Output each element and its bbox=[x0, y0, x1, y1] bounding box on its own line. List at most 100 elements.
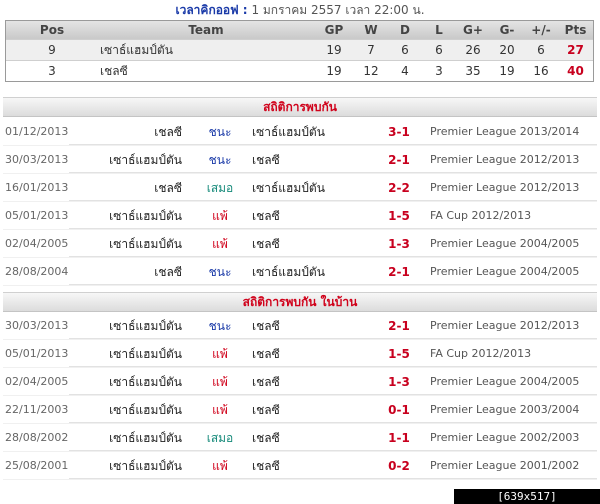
match-date: 05/01/2013 bbox=[5, 347, 69, 360]
match-score: 3-1 bbox=[388, 125, 410, 139]
match-away-team[interactable]: เซาธ์แฮมป์ตัน bbox=[252, 258, 325, 286]
row-gp: 19 bbox=[326, 43, 342, 57]
header-l: L bbox=[435, 23, 443, 37]
match-home-team[interactable]: เชลซี bbox=[154, 258, 182, 286]
match-home-team[interactable]: เซาธ์แฮมป์ตัน bbox=[109, 312, 182, 340]
match-row: 02/04/2005 เซาธ์แฮมป์ตัน แพ้ เชลซี 1-3 P… bbox=[3, 230, 597, 258]
match-result: แพ้ bbox=[212, 347, 228, 361]
match-away-team[interactable]: เชลซี bbox=[252, 424, 280, 452]
match-score: 0-2 bbox=[388, 459, 410, 473]
header-team: Team bbox=[188, 23, 224, 37]
match-away-team[interactable]: เชลซี bbox=[252, 146, 280, 174]
row-diff: 16 bbox=[533, 64, 549, 78]
match-row: 05/01/2013 เซาธ์แฮมป์ตัน แพ้ เชลซี 1-5 F… bbox=[3, 202, 597, 230]
match-row: 28/08/2002 เซาธ์แฮมป์ตัน เสมอ เชลซี 1-1 … bbox=[3, 424, 597, 452]
match-home-team[interactable]: เชลซี bbox=[154, 174, 182, 202]
header-gf: G+ bbox=[463, 23, 483, 37]
h2h-section-title: สถิติการพบกัน bbox=[3, 97, 597, 117]
match-date: 28/08/2004 bbox=[5, 265, 69, 278]
header-pts: Pts bbox=[564, 23, 587, 37]
row-diff: 6 bbox=[537, 43, 545, 57]
match-result: แพ้ bbox=[212, 209, 228, 223]
row-divider bbox=[69, 284, 597, 285]
header-ga: G- bbox=[499, 23, 515, 37]
match-away-team[interactable]: เซาธ์แฮมป์ตัน bbox=[252, 118, 325, 146]
match-away-team[interactable]: เชลซี bbox=[252, 396, 280, 424]
match-home-team[interactable]: เซาธ์แฮมป์ตัน bbox=[109, 202, 182, 230]
match-row: 05/01/2013 เซาธ์แฮมป์ตัน แพ้ เชลซี 1-5 F… bbox=[3, 340, 597, 368]
match-result: ชนะ bbox=[208, 319, 232, 333]
row-pos: 9 bbox=[48, 43, 56, 57]
match-competition: Premier League 2003/2004 bbox=[430, 403, 580, 416]
header-d: D bbox=[400, 23, 410, 37]
match-home-team[interactable]: เชลซี bbox=[154, 118, 182, 146]
match-home-team[interactable]: เซาธ์แฮมป์ตัน bbox=[109, 368, 182, 396]
match-result: แพ้ bbox=[212, 375, 228, 389]
match-date: 01/12/2013 bbox=[5, 125, 69, 138]
row-l: 3 bbox=[435, 64, 443, 78]
kickoff-value: 1 มกราคม 2557 เวลา 22:00 น. bbox=[251, 3, 425, 17]
match-competition: Premier League 2012/2013 bbox=[430, 319, 580, 332]
row-divider bbox=[69, 366, 597, 367]
match-competition: Premier League 2012/2013 bbox=[430, 181, 580, 194]
upic-watermark: [639x517] http://upic.me/ bbox=[454, 489, 600, 504]
row-team[interactable]: เชลซี bbox=[100, 61, 314, 81]
match-competition: FA Cup 2012/2013 bbox=[430, 347, 532, 360]
row-pts: 40 bbox=[567, 64, 584, 78]
match-result: เสมอ bbox=[206, 431, 234, 445]
match-date: 16/01/2013 bbox=[5, 181, 69, 194]
match-away-team[interactable]: เชลซี bbox=[252, 202, 280, 230]
h2h-home-section-title: สถิติการพบกัน ในบ้าน bbox=[3, 292, 597, 312]
row-divider bbox=[69, 228, 597, 229]
match-home-team[interactable]: เซาธ์แฮมป์ตัน bbox=[109, 424, 182, 452]
match-result: ชนะ bbox=[208, 125, 232, 139]
row-divider bbox=[69, 478, 597, 479]
match-score: 1-5 bbox=[388, 209, 410, 223]
row-w: 7 bbox=[367, 43, 375, 57]
row-gf: 26 bbox=[465, 43, 481, 57]
match-result: ชนะ bbox=[208, 153, 232, 167]
standings-row: 3 เชลซี 19 12 4 3 35 19 16 40 bbox=[6, 60, 593, 81]
match-away-team[interactable]: เชลซี bbox=[252, 368, 280, 396]
match-row: 02/04/2005 เซาธ์แฮมป์ตัน แพ้ เชลซี 1-3 P… bbox=[3, 368, 597, 396]
row-divider bbox=[69, 144, 597, 145]
standings-table: Pos Team GP W D L G+ G- +/- Pts 9 เซาธ์แ… bbox=[5, 20, 594, 82]
match-competition: Premier League 2001/2002 bbox=[430, 459, 580, 472]
match-competition: Premier League 2012/2013 bbox=[430, 153, 580, 166]
match-home-team[interactable]: เซาธ์แฮมป์ตัน bbox=[109, 340, 182, 368]
match-competition: Premier League 2002/2003 bbox=[430, 431, 580, 444]
match-home-team[interactable]: เซาธ์แฮมป์ตัน bbox=[109, 452, 182, 480]
row-l: 6 bbox=[435, 43, 443, 57]
header-pos: Pos bbox=[39, 23, 65, 37]
row-ga: 20 bbox=[499, 43, 515, 57]
match-score: 2-1 bbox=[388, 153, 410, 167]
match-date: 02/04/2005 bbox=[5, 237, 69, 250]
match-score: 1-3 bbox=[388, 375, 410, 389]
match-row: 16/01/2013 เชลซี เสมอ เซาธ์แฮมป์ตัน 2-2 … bbox=[3, 174, 597, 202]
match-home-team[interactable]: เซาธ์แฮมป์ตัน bbox=[109, 396, 182, 424]
match-score: 1-5 bbox=[388, 347, 410, 361]
match-score: 1-3 bbox=[388, 237, 410, 251]
row-divider bbox=[69, 394, 597, 395]
match-date: 02/04/2005 bbox=[5, 375, 69, 388]
match-away-team[interactable]: เชลซี bbox=[252, 312, 280, 340]
match-result: แพ้ bbox=[212, 403, 228, 417]
match-home-team[interactable]: เซาธ์แฮมป์ตัน bbox=[109, 146, 182, 174]
match-row: 28/08/2004 เชลซี ชนะ เซาธ์แฮมป์ตัน 2-1 P… bbox=[3, 258, 597, 286]
row-pts: 27 bbox=[567, 43, 584, 57]
match-row: 22/11/2003 เซาธ์แฮมป์ตัน แพ้ เชลซี 0-1 P… bbox=[3, 396, 597, 424]
row-pos: 3 bbox=[48, 64, 56, 78]
match-home-team[interactable]: เซาธ์แฮมป์ตัน bbox=[109, 230, 182, 258]
match-score: 2-2 bbox=[388, 181, 410, 195]
row-divider bbox=[69, 338, 597, 339]
row-team[interactable]: เซาธ์แฮมป์ตัน bbox=[100, 40, 314, 60]
match-date: 05/01/2013 bbox=[5, 209, 69, 222]
match-date: 22/11/2003 bbox=[5, 403, 69, 416]
match-away-team[interactable]: เชลซี bbox=[252, 340, 280, 368]
match-away-team[interactable]: เชลซี bbox=[252, 452, 280, 480]
match-score: 1-1 bbox=[388, 431, 410, 445]
match-away-team[interactable]: เชลซี bbox=[252, 230, 280, 258]
match-away-team[interactable]: เซาธ์แฮมป์ตัน bbox=[252, 174, 325, 202]
match-row: 30/03/2013 เซาธ์แฮมป์ตัน ชนะ เชลซี 2-1 P… bbox=[3, 146, 597, 174]
match-score: 2-1 bbox=[388, 319, 410, 333]
